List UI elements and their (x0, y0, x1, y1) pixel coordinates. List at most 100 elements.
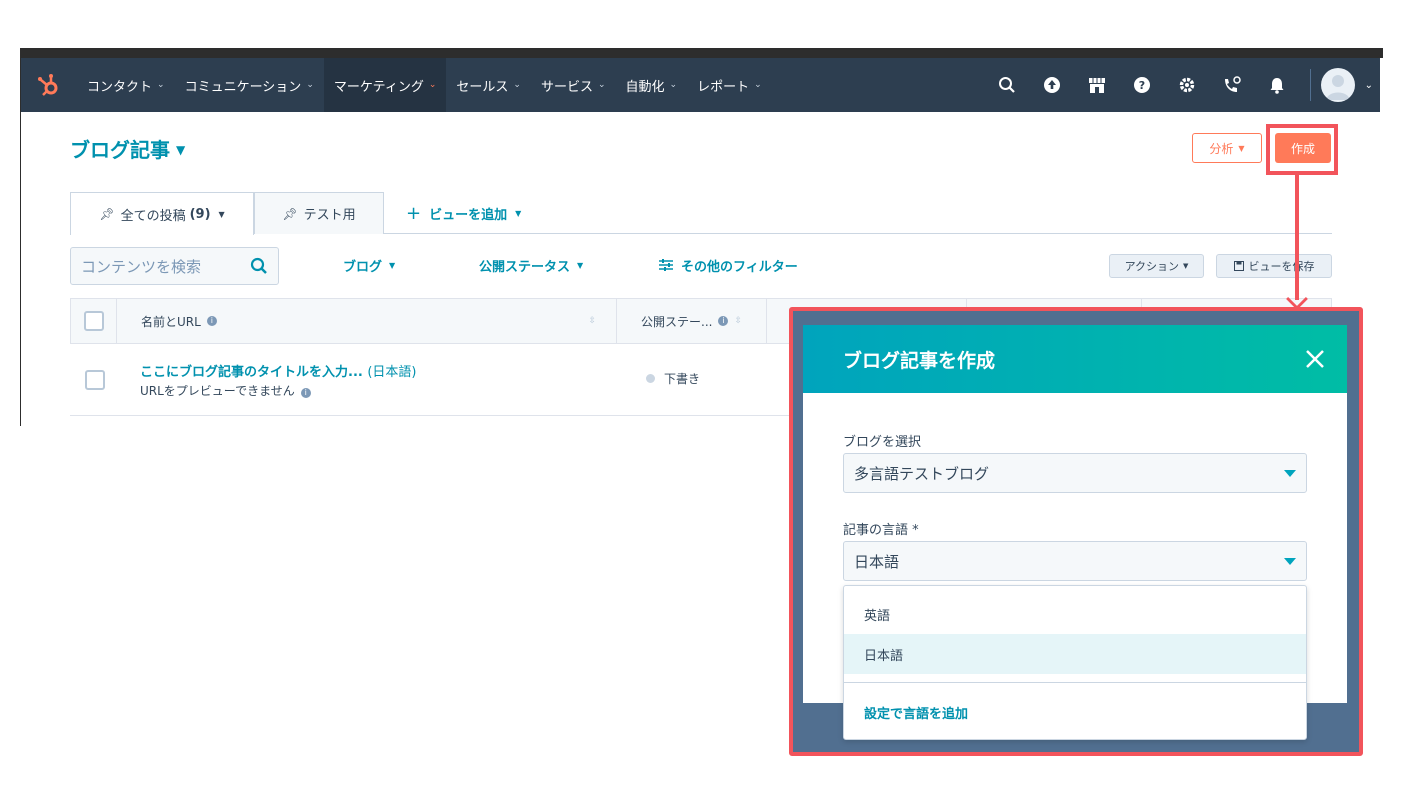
nav-contacts[interactable]: コンタクト ⌄ (77, 58, 175, 112)
language-dropdown-menu: 英語 日本語 設定で言語を追加 (843, 585, 1307, 740)
upgrade-icon[interactable] (1030, 58, 1075, 112)
tab-all-posts-label: 全ての投稿 (120, 208, 186, 224)
nav-automation-label: 自動化 (625, 79, 665, 95)
chevron-down-icon: ⌄ (754, 80, 762, 90)
plus-icon: + (406, 202, 422, 224)
column-status-label: 公開ステー... (641, 314, 713, 329)
tab-test[interactable]: 📌︎ テスト用 (254, 192, 384, 234)
caret-down-icon: ▼ (389, 260, 396, 270)
blog-select[interactable]: 多言語テストブログ (843, 453, 1307, 493)
publish-status-label: 公開ステータス (479, 259, 571, 275)
blog-filter[interactable]: ブログ ▼ (343, 248, 395, 282)
search-icon[interactable] (250, 257, 268, 275)
modal-title: ブログ記事を作成 (843, 349, 996, 372)
modal-header: ブログ記事を作成 (803, 325, 1347, 393)
actions-button[interactable]: アクション ▼ (1109, 254, 1204, 278)
blog-filter-label: ブログ (343, 259, 383, 275)
add-view-label: ビューを追加 (429, 207, 508, 223)
column-publish-status[interactable]: 公開ステー... i ⇳ (617, 299, 767, 343)
sort-icon[interactable]: ⇳ (734, 316, 742, 326)
save-view-button[interactable]: ビューを保存 (1216, 254, 1332, 278)
info-icon[interactable]: i (206, 316, 217, 326)
dropdown-arrow-icon (1284, 469, 1296, 477)
caret-down-icon: ▼ (1183, 262, 1189, 270)
chevron-down-icon: ⌄ (597, 80, 606, 90)
add-language-link[interactable]: 設定で言語を追加 (864, 703, 968, 722)
pin-icon: 📌︎ (99, 207, 115, 221)
actions-label: アクション (1124, 260, 1180, 273)
post-url-note: URLをプレビューできません i (140, 382, 311, 399)
dropdown-divider (844, 682, 1306, 683)
post-url-text: URLをプレビューできません (140, 384, 295, 398)
create-button-highlight (1266, 124, 1338, 175)
nav-conversations[interactable]: コミュニケーション ⌄ (175, 58, 324, 112)
analyze-label: 分析 (1209, 141, 1234, 156)
nav-marketing-label: マーケティング (333, 79, 424, 95)
marketplace-icon[interactable] (1075, 58, 1120, 112)
language-option-english[interactable]: 英語 (844, 594, 1306, 634)
post-title: ここにブログ記事のタイトルを入力... (140, 365, 363, 380)
page-title-label: ブログ記事 (70, 138, 170, 162)
info-icon[interactable]: i (300, 388, 311, 398)
add-view-button[interactable]: + ビューを追加 ▼ (406, 192, 521, 234)
calling-icon[interactable] (1210, 58, 1255, 112)
nav-service[interactable]: サービス ⌄ (531, 58, 616, 112)
language-select-label: 記事の言語 * (843, 523, 919, 538)
close-icon[interactable] (1303, 347, 1327, 371)
blog-select-label: ブログを選択 (843, 435, 922, 450)
top-navigation: コンタクト ⌄ コミュニケーション ⌄ マーケティング ⌄ セールス ⌄ サービス ⌄ 自… (21, 58, 1380, 112)
post-title-link[interactable]: ここにブログ記事のタイトルを入力... (日本語) (140, 361, 417, 380)
post-language: (日本語) (367, 365, 417, 380)
more-filters-label: その他のフィルター (681, 259, 798, 275)
nav-sales[interactable]: セールス ⌄ (446, 58, 531, 112)
search-input[interactable]: コンテンツを検索 (70, 247, 279, 285)
dropdown-arrow-icon (1284, 557, 1296, 565)
chevron-down-icon: ⌄ (306, 80, 314, 90)
view-tabs: 📌︎ 全ての投稿 (9) ▼ 📌︎ テスト用 + ビューを追加 ▼ (70, 192, 1332, 235)
caret-down-icon: ▼ (577, 260, 584, 270)
nav-automation[interactable]: 自動化 ⌄ (616, 58, 688, 112)
chevron-down-icon[interactable]: ⌄ (1365, 80, 1373, 91)
annotation-connector (1295, 175, 1299, 300)
notifications-icon[interactable] (1255, 58, 1300, 112)
pin-icon: 📌︎ (282, 206, 298, 221)
nav-conversations-label: コミュニケーション (184, 79, 302, 95)
nav-sales-label: セールス (456, 79, 509, 95)
column-name-label: 名前とURL (141, 314, 201, 329)
select-all-checkbox[interactable] (83, 311, 104, 331)
user-avatar[interactable] (1320, 68, 1355, 102)
tab-test-label: テスト用 (303, 208, 356, 223)
info-icon[interactable]: i (718, 316, 729, 326)
chevron-down-icon: ⌄ (669, 80, 678, 90)
row-checkbox[interactable] (85, 370, 105, 390)
nav-contacts-label: コンタクト (87, 79, 153, 95)
nav-marketing[interactable]: マーケティング ⌄ (323, 58, 447, 112)
analyze-button[interactable]: 分析 ▼ (1192, 133, 1262, 163)
select-all-cell (71, 299, 117, 343)
svg-text:?: ? (1139, 79, 1145, 92)
tab-all-posts[interactable]: 📌︎ 全ての投稿 (9) ▼ (70, 192, 254, 235)
publish-status-filter[interactable]: 公開ステータス ▼ (479, 248, 583, 282)
status-dot-icon (646, 374, 655, 383)
nav-utilities: ? ⌄ (985, 58, 1380, 112)
more-filters-button[interactable]: その他のフィルター (659, 248, 798, 282)
caret-down-icon: ▼ (515, 208, 522, 218)
tab-all-posts-count: (9) (189, 206, 211, 222)
column-name-url[interactable]: 名前とURL i ⇳ (117, 299, 617, 343)
sort-icon[interactable]: ⇳ (588, 316, 596, 326)
nav-reports[interactable]: レポート ⌄ (687, 58, 772, 112)
hubspot-logo-icon[interactable] (21, 58, 77, 112)
status-label: 下書き (664, 372, 701, 386)
search-icon[interactable] (985, 58, 1030, 112)
save-icon (1233, 261, 1244, 271)
page-title[interactable]: ブログ記事 ▼ (70, 134, 185, 163)
caret-down-icon: ▼ (1238, 143, 1245, 153)
language-option-japanese[interactable]: 日本語 (844, 634, 1306, 674)
settings-icon[interactable] (1165, 58, 1210, 112)
caret-down-icon: ▼ (176, 143, 186, 157)
help-icon[interactable]: ? (1120, 58, 1165, 112)
nav-divider (1309, 69, 1311, 101)
chevron-down-icon: ⌄ (428, 80, 437, 90)
nav-service-label: サービス (540, 79, 593, 95)
language-select[interactable]: 日本語 (843, 541, 1307, 581)
